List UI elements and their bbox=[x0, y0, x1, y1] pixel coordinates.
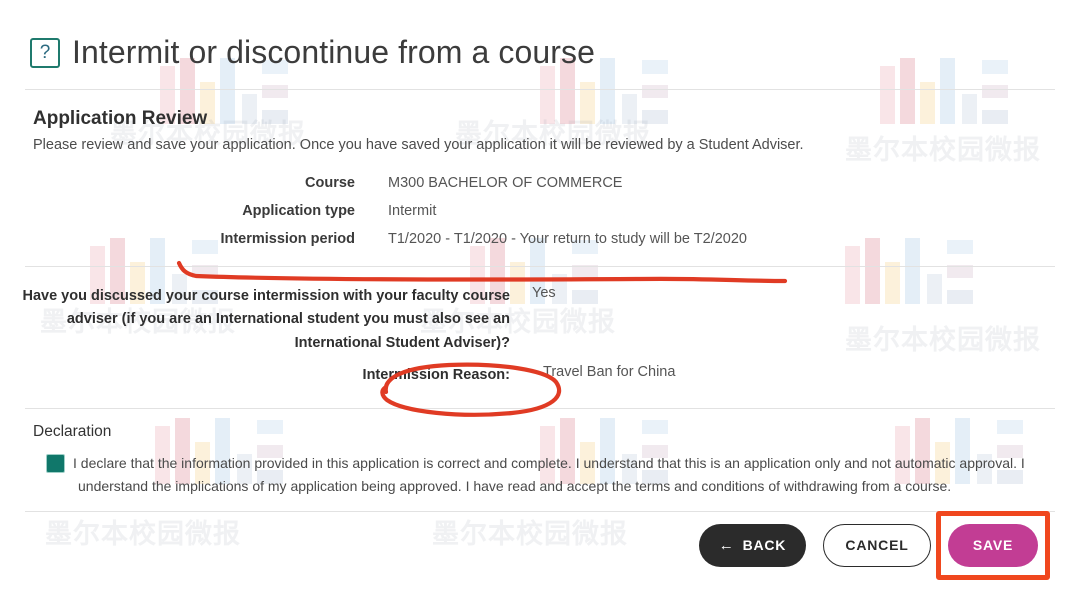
divider-declaration bbox=[25, 407, 1055, 409]
summary-label: Course bbox=[305, 175, 355, 191]
question-mark-icon[interactable]: ? bbox=[30, 37, 60, 68]
save-button[interactable]: SAVE bbox=[948, 523, 1038, 567]
summary-label: Application type bbox=[242, 203, 355, 219]
summary-row-course: Course M300 BACHELOR OF COMMERCE bbox=[0, 175, 1080, 191]
reason-value: Travel Ban for China bbox=[543, 364, 676, 381]
question-value: Yes bbox=[532, 285, 556, 301]
arrow-left-icon: ← bbox=[718, 536, 735, 554]
summary-value: M300 BACHELOR OF COMMERCE bbox=[388, 175, 623, 191]
question-block: Have you discussed your course intermiss… bbox=[0, 285, 1080, 388]
cancel-button[interactable]: CANCEL bbox=[823, 523, 931, 567]
action-bar: ← BACK CANCEL SAVE bbox=[0, 510, 1080, 580]
section-subtext: Please review and save your application.… bbox=[33, 137, 804, 153]
summary-row-intermission-period: Intermission period T1/2020 - T1/2020 - … bbox=[0, 231, 1080, 247]
save-button-label: SAVE bbox=[972, 537, 1014, 554]
declaration-checkbox[interactable] bbox=[46, 453, 65, 473]
page-title: Intermit or discontinue from a course bbox=[72, 34, 596, 70]
cancel-button-label: CANCEL bbox=[845, 537, 909, 554]
page-header: ? Intermit or discontinue from a course bbox=[0, 0, 1080, 71]
application-review-page: ? Intermit or discontinue from a course … bbox=[0, 0, 1080, 580]
summary-row-application-type: Application type Intermit bbox=[0, 203, 1080, 219]
question-label: Have you discussed your course intermiss… bbox=[22, 288, 510, 351]
summary-list: Course M300 BACHELOR OF COMMERCE Applica… bbox=[0, 175, 1080, 247]
back-button-label: BACK bbox=[742, 537, 787, 554]
declaration-row: I declare that the information provided … bbox=[46, 452, 1080, 498]
question-row-reason: Intermission Reason: Travel Ban for Chin… bbox=[0, 364, 1080, 387]
section-heading: Application Review bbox=[33, 108, 208, 129]
summary-value: T1/2020 - T1/2020 - Your return to study… bbox=[388, 231, 747, 247]
declaration-title: Declaration bbox=[33, 422, 112, 440]
declaration-text: I declare that the information provided … bbox=[73, 454, 1025, 494]
summary-value: Intermit bbox=[388, 203, 437, 219]
save-button-wrapper: SAVE bbox=[936, 510, 1050, 580]
back-button[interactable]: ← BACK bbox=[699, 523, 806, 567]
question-row-adviser: Have you discussed your course intermiss… bbox=[0, 285, 1080, 355]
reason-label: Intermission Reason: bbox=[362, 367, 510, 384]
summary-label: Intermission period bbox=[220, 231, 355, 247]
divider-top bbox=[25, 89, 1055, 90]
divider-middle bbox=[25, 266, 1055, 267]
